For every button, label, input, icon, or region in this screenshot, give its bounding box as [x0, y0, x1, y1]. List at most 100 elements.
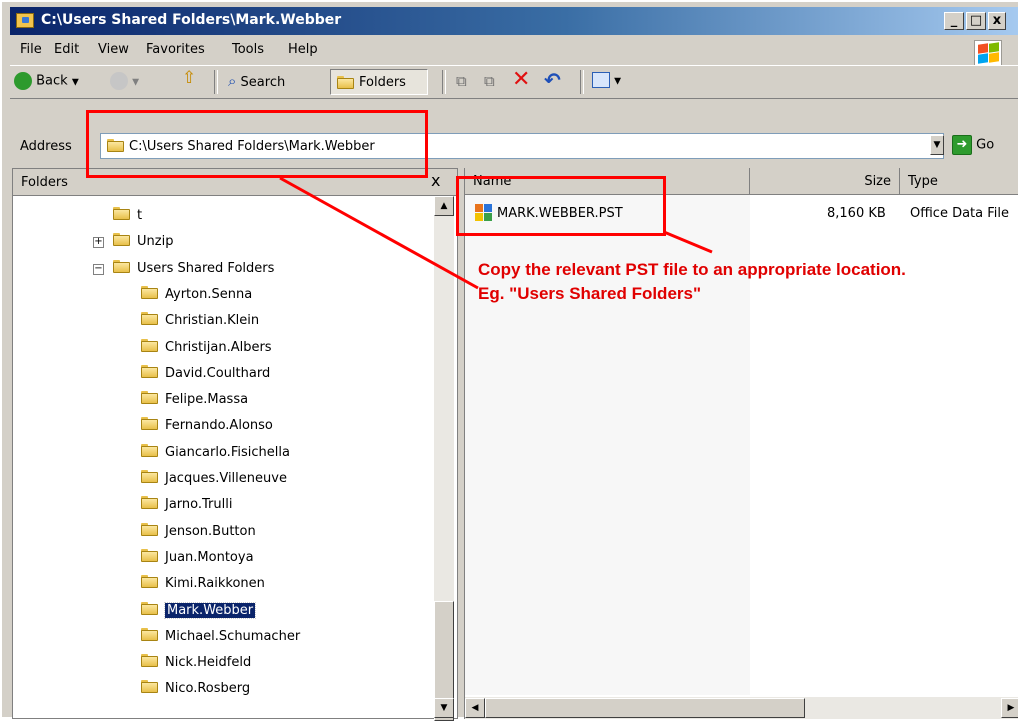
- scroll-down-button[interactable]: ▼: [434, 698, 454, 718]
- folder-icon: [141, 522, 158, 536]
- tree-item-label: Nick.Heidfeld: [165, 655, 252, 671]
- tree-item-label: David.Coulthard: [165, 365, 271, 381]
- tree-item[interactable]: Christian.Klein: [13, 310, 433, 332]
- folder-icon: [141, 285, 158, 299]
- tree-item-label: Unzip: [137, 234, 174, 250]
- tree-item[interactable]: Ayrton.Senna: [13, 284, 433, 306]
- menu-favorites[interactable]: Favorites: [146, 42, 205, 57]
- go-label: Go: [976, 137, 995, 153]
- tree-item[interactable]: Kimi.Raikkonen: [13, 573, 433, 595]
- undo-button[interactable]: ↶: [544, 68, 561, 92]
- file-type: Office Data File: [910, 206, 1010, 221]
- move-to-icon: ⧉: [456, 72, 467, 90]
- search-icon: ⌕: [228, 72, 237, 90]
- column-size-label: Size: [864, 174, 891, 189]
- back-arrow-icon: [14, 72, 32, 90]
- folder-icon: [141, 338, 158, 352]
- folder-icon: [113, 207, 130, 220]
- menu-bar: File Edit View Favorites Tools Help: [10, 36, 1018, 62]
- address-highlight-box: [86, 110, 428, 178]
- explorer-window: C:\Users Shared Folders\Mark.Webber _ □ …: [0, 0, 1018, 721]
- tree-item-label: Jenson.Button: [165, 523, 256, 539]
- address-label: Address: [20, 139, 72, 154]
- tree-item[interactable]: t: [13, 205, 433, 227]
- folder-icon: [141, 443, 158, 457]
- tree-item[interactable]: Jenson.Button: [13, 521, 433, 543]
- folder-icon: [141, 654, 158, 668]
- tree-item[interactable]: − Users Shared Folders: [13, 258, 433, 280]
- tree-item-label: Fernando.Alonso: [165, 418, 273, 434]
- go-button[interactable]: ➜ Go: [952, 135, 994, 155]
- tree-item-label: Mark.Webber: [163, 601, 257, 619]
- maximize-button[interactable]: □: [966, 12, 986, 30]
- tree-item[interactable]: Christijan.Albers: [13, 337, 433, 359]
- tree-item-label: Christian.Klein: [165, 313, 260, 329]
- scroll-left-button[interactable]: ◀: [465, 698, 485, 718]
- tree-item[interactable]: Jacques.Villeneuve: [13, 468, 433, 490]
- address-dropdown-button[interactable]: ▼: [930, 135, 944, 155]
- folder-icon: [141, 601, 158, 615]
- views-dropdown-icon: ▼: [614, 76, 622, 87]
- folder-icon: [113, 259, 130, 273]
- close-folders-pane-icon[interactable]: x: [431, 171, 440, 190]
- forward-dropdown-icon: ▼: [132, 77, 140, 88]
- folder-icon: [141, 364, 158, 378]
- up-folder-icon: ⇧: [182, 68, 197, 88]
- tree-item[interactable]: Jarno.Trulli: [13, 494, 433, 516]
- views-button[interactable]: ▼: [592, 72, 621, 94]
- copy-to-button[interactable]: ⧉: [484, 72, 495, 94]
- minimize-button[interactable]: _: [944, 12, 964, 30]
- horizontal-scroll-thumb[interactable]: [485, 698, 805, 718]
- back-button[interactable]: Back ▼: [14, 72, 79, 94]
- menu-view[interactable]: View: [98, 42, 129, 57]
- file-size: 8,160 KB: [827, 206, 886, 221]
- tree-item[interactable]: Michael.Schumacher: [13, 626, 433, 648]
- menu-tools[interactable]: Tools: [232, 42, 264, 57]
- folders-toggle-button[interactable]: Folders: [330, 69, 428, 95]
- close-window-button[interactable]: x: [988, 12, 1006, 30]
- folder-icon: [141, 627, 158, 641]
- tree-item-label: t: [137, 208, 143, 223]
- title-bar: C:\Users Shared Folders\Mark.Webber _ □ …: [10, 7, 1018, 35]
- folder-icon: [141, 548, 158, 562]
- column-size[interactable]: Size: [750, 168, 900, 194]
- folder-icon: [141, 470, 158, 483]
- folders-pane-title: Folders: [21, 175, 68, 190]
- file-list-horizontal-scrollbar[interactable]: ◀ ▶: [465, 697, 1018, 719]
- tree-item[interactable]: Juan.Montoya: [13, 547, 433, 569]
- tree-item[interactable]: Felipe.Massa: [13, 389, 433, 411]
- tree-item[interactable]: Nick.Heidfeld: [13, 652, 433, 674]
- standard-toolbar: Back ▼ ▼ ⇧ ⌕ Search Folders ⧉ ⧉ ✕ ↶ ▼: [10, 65, 1018, 99]
- expand-icon[interactable]: +: [93, 237, 104, 249]
- tree-item-label: Kimi.Raikkonen: [165, 576, 265, 592]
- scroll-up-button[interactable]: ▲: [434, 196, 454, 216]
- tree-item[interactable]: Mark.Webber: [13, 600, 433, 622]
- folder-icon: [141, 680, 158, 694]
- menu-file[interactable]: File: [20, 42, 42, 57]
- tree-item[interactable]: + Unzip: [13, 231, 433, 253]
- column-type[interactable]: Type: [900, 168, 1018, 194]
- folder-window-icon: [16, 13, 34, 28]
- forward-button[interactable]: ▼: [110, 72, 139, 94]
- collapse-icon[interactable]: −: [93, 263, 104, 275]
- up-folder-button[interactable]: ⇧: [182, 68, 196, 90]
- tree-item-label: Nico.Rosberg: [165, 681, 251, 697]
- folders-vertical-scrollbar[interactable]: ▲ ▼: [434, 196, 454, 721]
- search-button[interactable]: ⌕ Search: [228, 72, 285, 94]
- menu-edit[interactable]: Edit: [54, 42, 79, 57]
- back-label: Back: [36, 73, 68, 89]
- scroll-right-button[interactable]: ▶: [1001, 698, 1018, 718]
- folders-label: Folders: [359, 75, 406, 90]
- tree-item[interactable]: Nico.Rosberg: [13, 678, 433, 700]
- menu-help[interactable]: Help: [288, 42, 318, 57]
- folder-icon: [141, 312, 158, 326]
- tree-item[interactable]: Giancarlo.Fisichella: [13, 442, 433, 464]
- tree-item[interactable]: Fernando.Alonso: [13, 415, 433, 437]
- windows-logo-icon: [974, 40, 1002, 66]
- delete-button[interactable]: ✕: [512, 67, 530, 92]
- move-to-button[interactable]: ⧉: [456, 72, 467, 94]
- column-type-label: Type: [908, 174, 938, 189]
- tree-item-label: Jacques.Villeneuve: [165, 471, 287, 486]
- annotation-line-2: Eg. "Users Shared Folders": [478, 284, 702, 303]
- tree-item[interactable]: David.Coulthard: [13, 363, 433, 385]
